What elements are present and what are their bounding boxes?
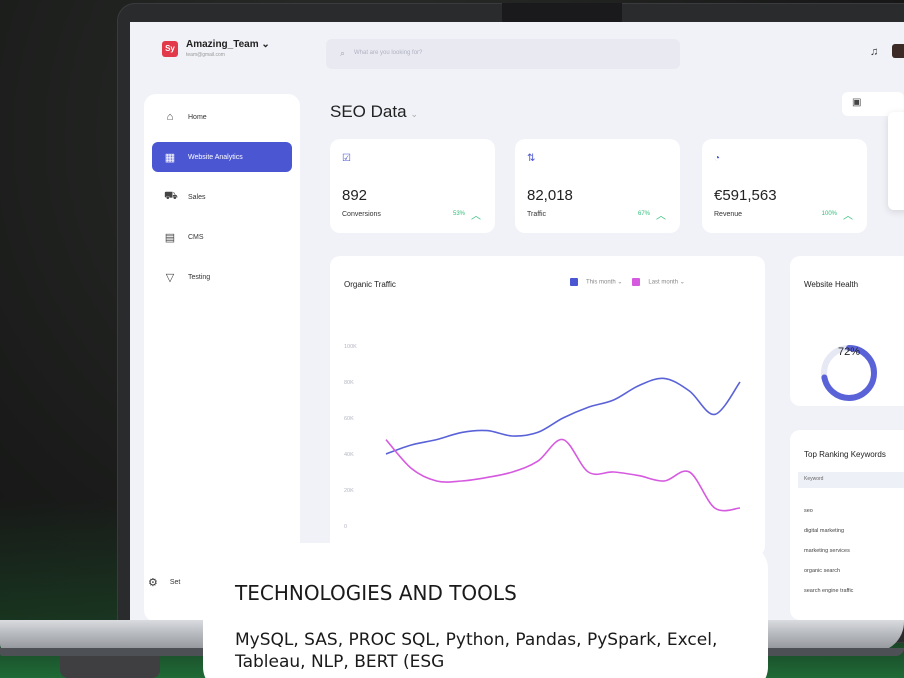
page-title[interactable]: SEO Data ⌄ (330, 102, 418, 122)
y-tick-label: 80K (344, 380, 354, 386)
health-percent: 72% (837, 346, 861, 358)
sidebar-item-label: Testing (188, 273, 211, 281)
sidebar-item-cms[interactable]: ▤ CMS (152, 222, 292, 252)
top-keywords-card: Top Ranking Keywords Keyword seo digital… (790, 430, 904, 620)
chevron-up-icon: ︿ (656, 211, 666, 222)
kpi-label: Revenue (714, 211, 743, 218)
search-icon: ⌕ (340, 48, 346, 58)
chevron-up-icon: ︿ (471, 211, 481, 222)
home-icon: ⌂ (166, 111, 174, 123)
keyword-row: search engine traffic (804, 588, 854, 594)
laptop-foot (60, 656, 160, 678)
kpi-percent: 53% (452, 211, 465, 217)
sidebar-item-testing[interactable]: ▽ Testing (152, 262, 292, 292)
y-tick-label: 40K (344, 452, 354, 458)
kpi-label: Conversions (342, 211, 381, 218)
kpi-percent: 100% (821, 211, 837, 217)
grid-icon: ▦ (164, 151, 176, 164)
sidebar-item-label: Sales (188, 193, 206, 201)
kpi-card-conversions: ☑ 892 Conversions 53% ︿ (330, 139, 495, 233)
sidebar-item-label: Set (169, 579, 181, 586)
search-placeholder: What are you looking for? (354, 50, 423, 56)
arrows-icon: ⇅ (527, 153, 536, 164)
search-input[interactable]: ⌕ What are you looking for? (326, 39, 680, 69)
series-line-this-month (385, 377, 741, 455)
avatar[interactable] (892, 44, 904, 58)
series-line-last-month (385, 438, 741, 512)
organic-traffic-chart: 100K80K60K40K20K002040608101214161820222… (344, 344, 743, 550)
gear-icon: ⚙ (148, 577, 158, 589)
sidebar-item-label: Website Analytics (188, 153, 243, 161)
check-icon: ☑ (342, 153, 351, 164)
cart-icon: ⛟ (164, 190, 178, 202)
website-health-card: Website Health 72% (790, 256, 904, 406)
chevron-up-icon: ︿ (843, 211, 853, 222)
sidebar-item-label: Home (188, 113, 207, 121)
y-tick-label: 100K (344, 344, 357, 350)
sidebar-item-sales[interactable]: ⛟ Sales (152, 182, 292, 212)
pie-icon: ◔ (714, 153, 721, 164)
kpi-value: 82,018 (527, 187, 573, 204)
team-switcher[interactable]: Amazing_Team ⌄ (186, 39, 270, 50)
keywords-table-header: Keyword (798, 472, 904, 488)
chevron-down-icon: ⌄ (410, 109, 419, 119)
keyword-row: organic search (804, 568, 841, 574)
app-logo: Sy (162, 41, 178, 57)
sidebar-item-label: CMS (188, 233, 204, 241)
sidebar-item-home[interactable]: ⌂ Home (152, 102, 292, 132)
technologies-title: TECHNOLOGIES AND TOOLS (235, 581, 517, 605)
y-tick-label: 0 (344, 524, 347, 530)
dashboard-screen: Sy Amazing_Team ⌄ team@gmail.com ⌕ What … (130, 22, 904, 622)
keyword-column-header: Keyword (804, 476, 824, 482)
y-tick-label: 20K (344, 488, 354, 494)
kpi-value: 892 (342, 187, 368, 204)
technologies-list: MySQL, SAS, PROC SQL, Python, Pandas, Py… (235, 630, 718, 672)
keyword-row: seo (804, 508, 813, 514)
bell-icon[interactable]: ♫ (870, 46, 878, 58)
keyword-row: digital marketing (804, 528, 845, 534)
kpi-label: Traffic (527, 211, 547, 218)
team-email: team@gmail.com (186, 52, 225, 58)
kpi-card-traffic: ⇅ 82,018 Traffic 67% ︿ (515, 139, 680, 233)
page-title-text: SEO Data (330, 102, 407, 121)
kpi-value: €591,563 (714, 187, 777, 204)
keyword-row: marketing services (804, 548, 850, 554)
kpi-card-revenue: ◔ €591,563 Revenue 100% ︿ (702, 139, 867, 233)
technologies-card: TECHNOLOGIES AND TOOLS MySQL, SAS, PROC … (203, 543, 768, 678)
organic-traffic-card: Organic Traffic This month ⌄ Last month … (330, 256, 765, 556)
sidebar-item-settings[interactable]: ⚙ Set (148, 576, 180, 589)
y-tick-label: 60K (344, 416, 354, 422)
health-ring (821, 345, 877, 401)
date-popover (888, 112, 904, 210)
calendar-icon: ▣ (852, 97, 862, 108)
document-icon: ▤ (164, 231, 176, 244)
kpi-percent: 67% (637, 211, 650, 217)
sidebar-item-website-analytics[interactable]: ▦ Website Analytics (152, 142, 292, 172)
filter-icon: ▽ (165, 271, 175, 284)
keywords-title: Top Ranking Keywords (804, 450, 886, 459)
